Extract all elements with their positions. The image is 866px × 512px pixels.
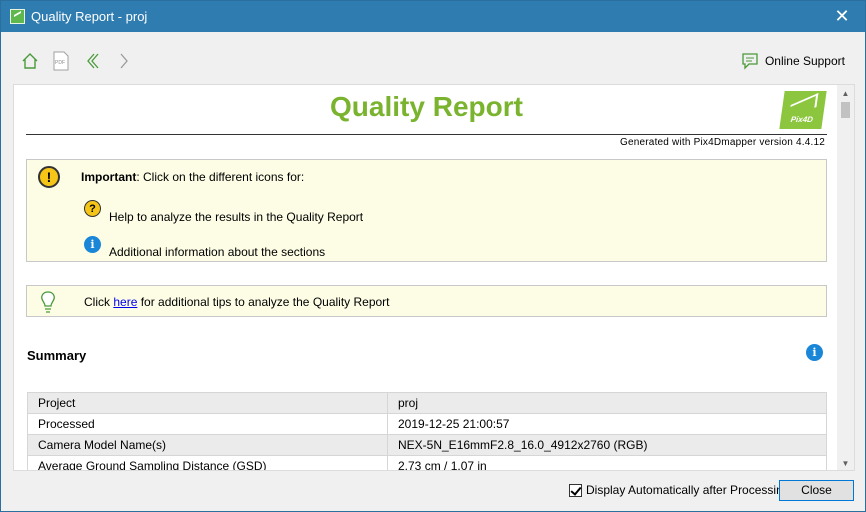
- row-value: proj: [387, 392, 827, 414]
- row-label: Processed: [27, 413, 388, 435]
- tip-after: for additional tips to analyze the Quali…: [137, 295, 390, 309]
- row-label: Camera Model Name(s): [27, 434, 388, 456]
- important-text: : Click on the different icons for:: [136, 170, 305, 184]
- tip-text: Click here for additional tips to analyz…: [84, 295, 390, 309]
- report-title: Quality Report: [330, 91, 523, 122]
- info-text: Additional information about the section…: [109, 245, 326, 259]
- home-icon[interactable]: [19, 50, 41, 72]
- generated-with-text: Generated with Pix4Dmapper version 4.4.1…: [620, 137, 825, 148]
- warning-icon: !: [38, 166, 60, 188]
- back-icon[interactable]: [81, 50, 103, 72]
- summary-heading: Summary: [27, 348, 87, 363]
- checkbox-label: Display Automatically after Processing: [586, 483, 790, 497]
- table-row: Camera Model Name(s) NEX-5N_E16mmF2.8_16…: [27, 434, 827, 456]
- row-value: 2.73 cm / 1.07 in: [387, 455, 827, 470]
- online-support-label: Online Support: [764, 54, 845, 68]
- row-label: Average Ground Sampling Distance (GSD): [27, 455, 388, 470]
- pdf-icon[interactable]: PDF: [50, 50, 72, 72]
- row-label: Project: [27, 392, 388, 414]
- scroll-up-arrow-icon[interactable]: ▲: [837, 85, 854, 102]
- toolbar: PDF Online Support: [1, 32, 865, 84]
- forward-icon[interactable]: [112, 50, 134, 72]
- info-icon: i: [84, 236, 101, 253]
- important-line: Important: Click on the different icons …: [81, 170, 304, 184]
- table-row: Project proj: [27, 392, 827, 414]
- vertical-scrollbar[interactable]: ▲ ▼: [837, 85, 854, 470]
- important-notice-box: ! Important: Click on the different icon…: [26, 159, 827, 262]
- display-automatically-checkbox[interactable]: Display Automatically after Processing: [569, 483, 789, 497]
- window-title: Quality Report - proj: [31, 9, 148, 24]
- table-row: Processed 2019-12-25 21:00:57: [27, 413, 827, 435]
- chat-icon: [742, 53, 758, 70]
- row-value: NEX-5N_E16mmF2.8_16.0_4912x2760 (RGB): [387, 434, 827, 456]
- summary-info-icon[interactable]: i: [806, 344, 823, 361]
- close-button[interactable]: Close: [779, 480, 854, 501]
- pix4d-app-icon: [10, 9, 25, 24]
- quality-report-window: Quality Report - proj ✕ PDF Online Suppo…: [0, 0, 866, 512]
- tips-link[interactable]: here: [113, 295, 137, 309]
- important-label: Important: [81, 170, 137, 184]
- window-close-button[interactable]: ✕: [819, 1, 865, 32]
- row-value: 2019-12-25 21:00:57: [387, 413, 827, 435]
- lightbulb-icon: [41, 291, 55, 313]
- online-support-button[interactable]: Online Support: [741, 52, 845, 70]
- tip-box: Click here for additional tips to analyz…: [26, 285, 827, 317]
- report-view[interactable]: Quality Report Pix4D Generated with Pix4…: [13, 84, 855, 471]
- scroll-down-arrow-icon[interactable]: ▼: [837, 455, 854, 470]
- scroll-thumb[interactable]: [841, 102, 850, 118]
- help-text: Help to analyze the results in the Quali…: [109, 210, 364, 224]
- checkbox-box[interactable]: [569, 483, 582, 497]
- title-bar: Quality Report - proj ✕: [1, 1, 865, 32]
- pix4d-logo: Pix4D: [779, 91, 827, 129]
- tip-before: Click: [84, 295, 114, 309]
- summary-table: Project proj Processed 2019-12-25 21:00:…: [27, 392, 827, 470]
- pdf-icon-label: PDF: [55, 60, 65, 66]
- title-divider: [26, 134, 827, 135]
- table-row: Average Ground Sampling Distance (GSD) 2…: [27, 455, 827, 470]
- help-icon: ?: [84, 200, 101, 217]
- logo-text: Pix4D: [790, 115, 814, 124]
